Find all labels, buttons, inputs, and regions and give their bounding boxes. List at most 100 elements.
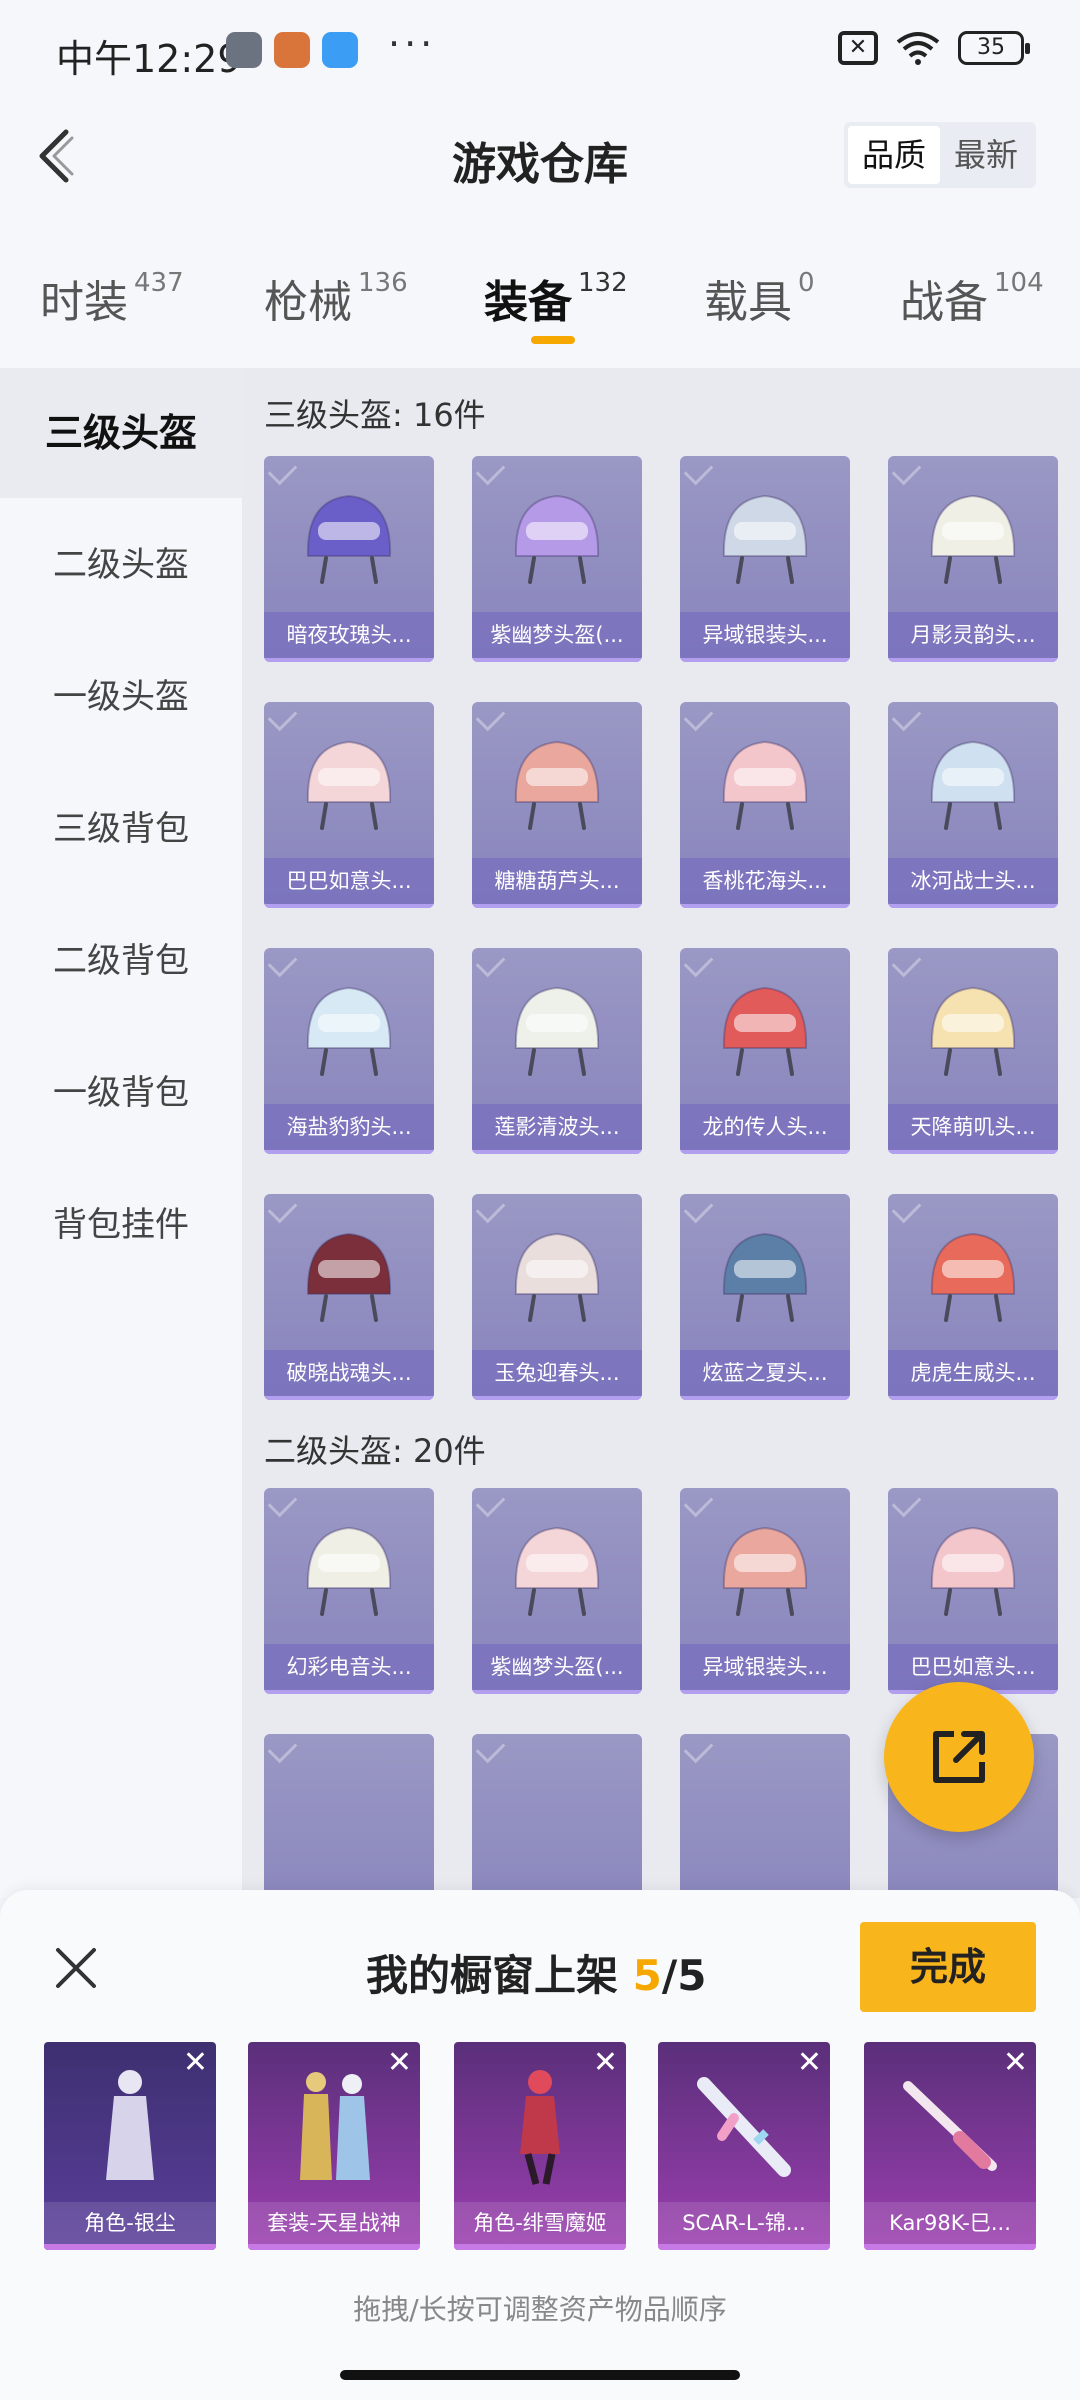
- tab-count: 132: [578, 268, 628, 298]
- remove-icon[interactable]: ✕: [797, 2048, 822, 2078]
- remove-icon[interactable]: ✕: [183, 2048, 208, 2078]
- helmet-art: [930, 740, 1016, 830]
- section-title: 二级头盔: 20件: [264, 1432, 486, 1470]
- showcase-item-name: 角色-绯雪魔姬: [454, 2202, 626, 2244]
- item-name: 紫幽梦头盔(...: [472, 1644, 642, 1690]
- showcase-panel: 我的橱窗上架 5/5 完成 ✕ 角色-银尘 ✕ 套装-天星战神 ✕ 角色-绯雪魔…: [0, 1890, 1080, 2400]
- item-card[interactable]: 冰河战士头...: [888, 702, 1058, 908]
- item-card[interactable]: 紫幽梦头盔(...: [472, 1488, 642, 1694]
- helmet-art: [930, 1232, 1016, 1322]
- item-card[interactable]: 炫蓝之夏头...: [680, 1194, 850, 1400]
- item-name: 虎虎生威头...: [888, 1350, 1058, 1396]
- tab-count: 0: [798, 268, 815, 298]
- hero-app-icon: [274, 32, 310, 68]
- helmet-art: [306, 1526, 392, 1616]
- rarity-bar: [264, 1150, 434, 1154]
- share-button[interactable]: [884, 1682, 1034, 1832]
- sidebar-item-level1-backpack[interactable]: 一级背包: [0, 1028, 242, 1158]
- item-card[interactable]: [472, 1734, 642, 1898]
- rarity-bar: [454, 2244, 626, 2250]
- character-art: [520, 2070, 560, 2185]
- helmet-art: [514, 494, 600, 584]
- rarity-bar: [680, 658, 850, 662]
- sidebar-item-backpack-charm[interactable]: 背包挂件: [0, 1160, 242, 1290]
- section-title: 三级头盔: 16件: [264, 396, 486, 434]
- item-card[interactable]: 香桃花海头...: [680, 702, 850, 908]
- home-indicator[interactable]: [340, 2370, 740, 2380]
- rarity-bar: [472, 1150, 642, 1154]
- item-card[interactable]: 天降萌叽头...: [888, 948, 1058, 1154]
- item-card[interactable]: 月影灵韵头...: [888, 456, 1058, 662]
- rarity-bar: [264, 1690, 434, 1694]
- remove-icon[interactable]: ✕: [387, 2048, 412, 2078]
- item-card[interactable]: 异域银装头...: [680, 456, 850, 662]
- item-card[interactable]: 糖糖葫芦头...: [472, 702, 642, 908]
- status-app-icons: [226, 32, 358, 68]
- rarity-bar: [472, 904, 642, 908]
- status-indicators: ✕ 35: [838, 30, 1030, 66]
- helmet-art: [514, 740, 600, 830]
- item-card[interactable]: [264, 1734, 434, 1898]
- item-card[interactable]: 莲影清波头...: [472, 948, 642, 1154]
- item-card[interactable]: 破晓战魂头...: [264, 1194, 434, 1400]
- sort-newest-button[interactable]: 最新: [940, 126, 1032, 184]
- showcase-item[interactable]: ✕ Kar98K-巳...: [864, 2042, 1036, 2250]
- helmet-art: [930, 1526, 1016, 1616]
- item-card[interactable]: 龙的传人头...: [680, 948, 850, 1154]
- helmet-art: [722, 494, 808, 584]
- item-name: 异域银装头...: [680, 1644, 850, 1690]
- showcase-item[interactable]: ✕ 套装-天星战神: [248, 2042, 420, 2250]
- item-card[interactable]: 幻彩电音头...: [264, 1488, 434, 1694]
- tab-equipment[interactable]: 装备 132: [484, 266, 628, 330]
- item-card[interactable]: 玉兔迎春头...: [472, 1194, 642, 1400]
- showcase-count-total: /5: [661, 1951, 707, 2000]
- sidebar-item-level2-helmet[interactable]: 二级头盔: [0, 500, 242, 630]
- close-icon[interactable]: [50, 1942, 102, 1994]
- helmet-art: [930, 494, 1016, 584]
- category-tabs: 时装 437 枪械 136 装备 132 载具 0 战备 104: [0, 220, 1080, 368]
- item-card[interactable]: 紫幽梦头盔(...: [472, 456, 642, 662]
- item-card[interactable]: 巴巴如意头...: [264, 702, 434, 908]
- item-grid: 三级头盔: 16件 暗夜玫瑰头... 紫幽梦头盔(... 异域银装头... 月影灵韵头…: [242, 368, 1080, 1898]
- tab-guns[interactable]: 枪械 136: [264, 266, 408, 330]
- showcase-item[interactable]: ✕ SCAR-L-锦...: [658, 2042, 830, 2250]
- rarity-bar: [44, 2244, 216, 2250]
- sidebar-item-level3-backpack[interactable]: 三级背包: [0, 764, 242, 894]
- sidebar-item-level3-helmet[interactable]: 三级头盔: [0, 368, 242, 498]
- item-card[interactable]: 巴巴如意头...: [888, 1488, 1058, 1694]
- helmet-art: [306, 494, 392, 584]
- helmet-art: [722, 740, 808, 830]
- external-link-icon: [933, 1731, 985, 1783]
- tab-supplies[interactable]: 战备 104: [900, 266, 1044, 330]
- item-card[interactable]: 异域银装头...: [680, 1488, 850, 1694]
- showcase-item[interactable]: ✕ 角色-绯雪魔姬: [454, 2042, 626, 2250]
- remove-icon[interactable]: ✕: [1003, 2048, 1028, 2078]
- helmet-art: [514, 986, 600, 1076]
- item-name: 海盐豹豹头...: [264, 1104, 434, 1150]
- sort-toggle: 品质 最新: [843, 122, 1036, 188]
- item-card[interactable]: [680, 1734, 850, 1898]
- reorder-hint: 拖拽/长按可调整资产物品顺序: [353, 2293, 727, 2326]
- showcase-item-name: 角色-银尘: [44, 2202, 216, 2244]
- rarity-bar: [888, 658, 1058, 662]
- item-name: 炫蓝之夏头...: [680, 1350, 850, 1396]
- remove-icon[interactable]: ✕: [593, 2048, 618, 2078]
- showcase-count-current: 5: [632, 1951, 662, 2000]
- item-card[interactable]: 海盐豹豹头...: [264, 948, 434, 1154]
- sidebar-item-level2-backpack[interactable]: 二级背包: [0, 896, 242, 1026]
- rarity-bar: [680, 1396, 850, 1400]
- helmet-art: [722, 1526, 808, 1616]
- item-card[interactable]: 虎虎生威头...: [888, 1194, 1058, 1400]
- done-button[interactable]: 完成: [860, 1922, 1036, 2012]
- subcategory-sidebar: 三级头盔 二级头盔 一级头盔 三级背包 二级背包 一级背包 背包挂件: [0, 368, 242, 1898]
- sort-quality-button[interactable]: 品质: [847, 126, 940, 184]
- item-card[interactable]: 暗夜玫瑰头...: [264, 456, 434, 662]
- helmet-art: [306, 986, 392, 1076]
- tab-fashion[interactable]: 时装 437: [40, 266, 184, 330]
- rarity-bar: [264, 658, 434, 662]
- showcase-item[interactable]: ✕ 角色-银尘: [44, 2042, 216, 2250]
- helmet-art: [306, 1232, 392, 1322]
- sidebar-item-level1-helmet[interactable]: 一级头盔: [0, 632, 242, 762]
- active-tab-indicator: [531, 336, 575, 344]
- tab-vehicles[interactable]: 载具 0: [704, 266, 815, 330]
